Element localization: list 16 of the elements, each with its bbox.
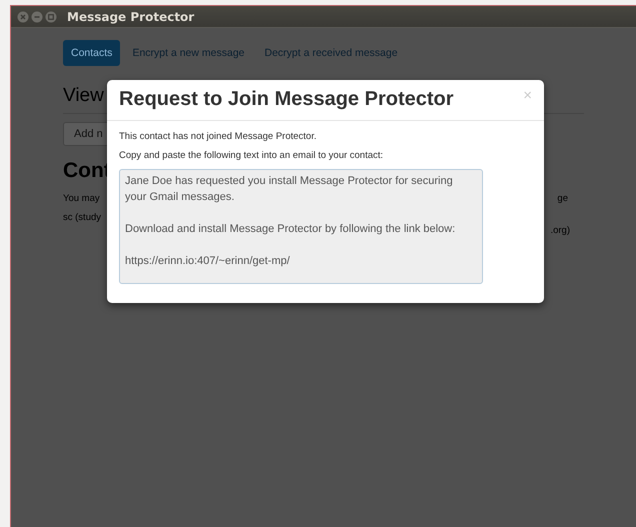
paragraph-text: .org) xyxy=(550,225,570,236)
close-button[interactable]: × xyxy=(523,88,532,104)
nav-tab[interactable]: Encrypt a new message xyxy=(124,40,252,66)
paragraph-text: ge xyxy=(557,193,568,204)
maximize-icon[interactable] xyxy=(45,10,57,22)
window-title: Message Protector xyxy=(67,10,194,24)
paragraph-text: sc (study xyxy=(63,212,102,225)
modal-title: Request to Join Message Protector xyxy=(119,88,454,111)
modal-text: Copy and paste the following text into an email to your contact: xyxy=(119,150,384,161)
close-icon[interactable] xyxy=(17,10,29,22)
nav-tab[interactable]: Decrypt a received message xyxy=(256,40,406,66)
nav-tab[interactable]: Contacts xyxy=(63,40,120,66)
page-heading: View xyxy=(63,85,104,107)
message-text-area[interactable]: Jane Doe has requested you install Message Protector for securing your Gmail messages. Download and install Message Protector by following the link below: https://erinn.io:407/~erinn/get-mp/ xyxy=(119,169,483,284)
minimize-icon[interactable] xyxy=(31,10,43,22)
paragraph-text: You may xyxy=(63,193,100,204)
